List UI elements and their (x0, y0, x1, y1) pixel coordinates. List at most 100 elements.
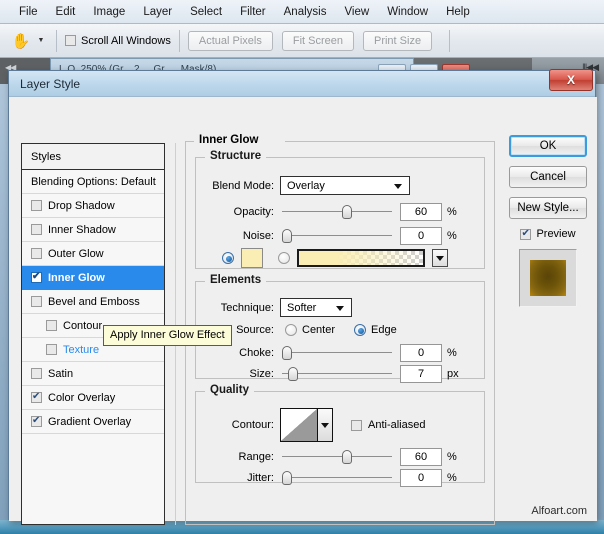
style-label: Inner Glow (48, 272, 105, 284)
noise-slider[interactable] (282, 229, 392, 243)
menu-file[interactable]: File (10, 0, 47, 24)
style-row-blending-options[interactable]: Blending Options: Default (22, 170, 164, 194)
elements-legend: Elements (205, 274, 266, 286)
checkbox-icon[interactable] (31, 416, 42, 427)
slider-thumb[interactable] (342, 205, 352, 219)
menu-select[interactable]: Select (181, 0, 231, 24)
source-edge-radio[interactable] (354, 324, 366, 336)
styles-list-empty-area (22, 434, 164, 524)
opacity-value[interactable]: 60 (400, 203, 442, 221)
range-slider[interactable] (282, 450, 392, 464)
scroll-all-windows-label: Scroll All Windows (81, 35, 171, 47)
style-row-inner-glow[interactable]: Inner Glow (22, 266, 164, 290)
hand-tool-icon[interactable]: ✋ (8, 28, 34, 54)
source-center-radio[interactable] (285, 324, 297, 336)
style-row-inner-shadow[interactable]: Inner Shadow (22, 218, 164, 242)
ok-button[interactable]: OK (509, 135, 587, 157)
print-size-button[interactable]: Print Size (363, 31, 432, 51)
checkbox-icon[interactable] (31, 200, 42, 211)
glow-color-swatch[interactable] (241, 248, 263, 268)
noise-value[interactable]: 0 (400, 227, 442, 245)
close-icon[interactable]: X (549, 69, 593, 91)
range-label: Range: (202, 451, 274, 463)
blend-mode-row: Blend Mode: Overlay (202, 176, 410, 195)
menu-window[interactable]: Window (378, 0, 437, 24)
anti-aliased-checkbox[interactable] (351, 420, 362, 431)
tooltip: Apply Inner Glow Effect (103, 325, 232, 346)
style-label: Drop Shadow (48, 200, 115, 212)
style-row-satin[interactable]: Satin (22, 362, 164, 386)
style-row-outer-glow[interactable]: Outer Glow (22, 242, 164, 266)
contour-preview[interactable] (280, 408, 318, 442)
gradient-fill-radio[interactable] (278, 252, 290, 264)
styles-header[interactable]: Styles (22, 144, 164, 170)
size-slider[interactable] (282, 367, 392, 381)
choke-slider[interactable] (282, 346, 392, 360)
menu-edit[interactable]: Edit (47, 0, 85, 24)
actual-pixels-button[interactable]: Actual Pixels (188, 31, 273, 51)
dialog-title-bar[interactable]: Layer Style X (9, 71, 595, 97)
range-value[interactable]: 60 (400, 448, 442, 466)
choke-unit: % (447, 347, 457, 359)
preview-checkbox[interactable] (520, 229, 531, 240)
style-row-gradient-overlay[interactable]: Gradient Overlay (22, 410, 164, 434)
new-style-button[interactable]: New Style... (509, 197, 587, 219)
menu-help[interactable]: Help (437, 0, 479, 24)
checkbox-icon[interactable] (31, 392, 42, 403)
color-fill-radio[interactable] (222, 252, 234, 264)
slider-thumb[interactable] (282, 471, 292, 485)
menu-view[interactable]: View (335, 0, 378, 24)
checkbox-icon[interactable] (31, 272, 42, 283)
style-label: Contour (63, 320, 102, 332)
options-bar: ✋ ▼ Scroll All Windows Actual Pixels Fit… (0, 24, 604, 58)
technique-select[interactable]: Softer (280, 298, 352, 317)
slider-track (282, 477, 392, 478)
cancel-button[interactable]: Cancel (509, 166, 587, 188)
slider-thumb[interactable] (342, 450, 352, 464)
style-label: Inner Shadow (48, 224, 116, 236)
slider-thumb[interactable] (288, 367, 298, 381)
contour-row: Contour: Anti-aliased (202, 408, 425, 442)
slider-thumb[interactable] (282, 229, 292, 243)
slider-track (282, 373, 392, 374)
checkbox-icon[interactable] (46, 344, 57, 355)
choke-value[interactable]: 0 (400, 344, 442, 362)
gradient-preview[interactable] (297, 249, 425, 267)
preview-thumbnail (519, 249, 577, 307)
opacity-slider[interactable] (282, 205, 392, 219)
checkbox-icon[interactable] (46, 320, 57, 331)
style-row-drop-shadow[interactable]: Drop Shadow (22, 194, 164, 218)
fit-screen-button[interactable]: Fit Screen (282, 31, 354, 51)
jitter-row: Jitter: 0 % (202, 469, 457, 487)
structure-legend: Structure (205, 150, 266, 162)
checkbox-icon[interactable] (31, 368, 42, 379)
options-divider-2 (179, 30, 180, 52)
jitter-value[interactable]: 0 (400, 469, 442, 487)
slider-thumb[interactable] (282, 346, 292, 360)
slider-track (282, 211, 392, 212)
scroll-all-windows-checkbox[interactable]: Scroll All Windows (65, 35, 171, 47)
style-row-bevel-and-emboss[interactable]: Bevel and Emboss (22, 290, 164, 314)
jitter-label: Jitter: (202, 472, 274, 484)
preview-checkbox-row[interactable]: Preview (509, 228, 587, 240)
quality-legend: Quality (205, 384, 254, 396)
menu-layer[interactable]: Layer (134, 0, 181, 24)
menu-analysis[interactable]: Analysis (275, 0, 336, 24)
checkbox-icon[interactable] (31, 296, 42, 307)
jitter-unit: % (447, 472, 457, 484)
gradient-dropdown-icon[interactable] (432, 249, 448, 267)
menu-image[interactable]: Image (84, 0, 134, 24)
size-value[interactable]: 7 (400, 365, 442, 383)
menu-filter[interactable]: Filter (231, 0, 275, 24)
dialog-title-text: Layer Style (20, 77, 80, 91)
size-label: Size: (202, 368, 274, 380)
checkbox-icon[interactable] (31, 224, 42, 235)
style-row-color-overlay[interactable]: Color Overlay (22, 386, 164, 410)
blend-mode-select[interactable]: Overlay (280, 176, 410, 195)
jitter-slider[interactable] (282, 471, 392, 485)
checkbox-icon[interactable] (31, 248, 42, 259)
contour-dropdown-icon[interactable] (318, 408, 333, 442)
contour-curve-icon (281, 409, 317, 441)
chevron-down-icon[interactable]: ▼ (34, 28, 48, 54)
size-row: Size: 7 px (202, 365, 459, 383)
